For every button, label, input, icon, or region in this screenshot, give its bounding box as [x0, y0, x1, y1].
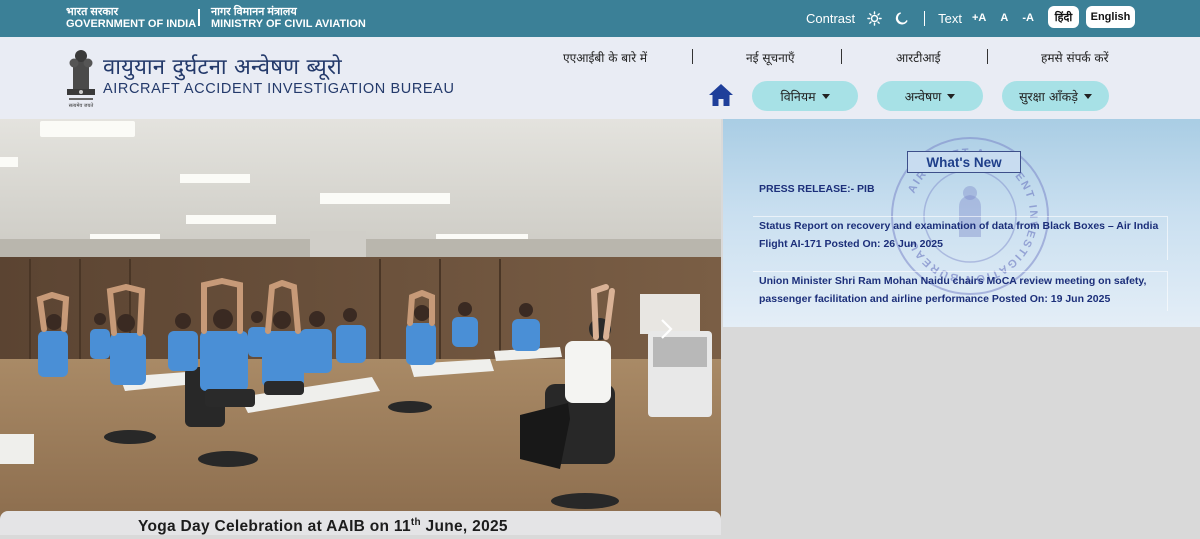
whats-new-panel: AIRCRAFT ACCIDENT INVESTIGATION BUREAU W…: [723, 119, 1200, 327]
sun-icon[interactable]: [867, 10, 882, 26]
whats-new-title: What's New: [907, 151, 1021, 173]
nav-whats-new[interactable]: नई सूचनाएँ: [746, 49, 795, 66]
news-item-press-release[interactable]: PRESS RELEASE:- PIB: [759, 180, 1169, 198]
nav-regulations-label: विनियम: [780, 88, 816, 104]
hero-caption-date: June, 2025: [420, 518, 508, 536]
accessibility-tools: Contrast Text +A A -A: [806, 9, 1034, 27]
gov-label: भारत सरकार GOVERNMENT OF INDIA: [66, 6, 196, 30]
hero-caption: Yoga Day Celebration at AAIB on 11th Jun…: [0, 511, 721, 535]
hero-caption-text: Yoga Day Celebration at AAIB on 11: [138, 518, 411, 536]
english-language-button[interactable]: English: [1086, 6, 1135, 28]
chevron-right-icon[interactable]: [660, 318, 674, 340]
empty-panel: [723, 327, 1200, 535]
org-name-hindi[interactable]: वायुयान दुर्घटना अन्वेषण ब्यूरो: [103, 51, 342, 81]
emblem-motto: सत्यमेव जयते: [69, 102, 94, 109]
national-emblem-icon[interactable]: सत्यमेव जयते: [64, 45, 98, 109]
text-increase-button[interactable]: +A: [972, 12, 986, 24]
contrast-label: Contrast: [806, 10, 856, 26]
ministry-label-english: MINISTRY OF CIVIL AVIATION: [211, 18, 366, 30]
hindi-language-button[interactable]: हिंदी: [1048, 6, 1079, 28]
text-reset-button[interactable]: A: [1000, 12, 1008, 24]
gov-label-english: GOVERNMENT OF INDIA: [66, 18, 197, 30]
hero-carousel[interactable]: [0, 119, 721, 535]
nav-safety-data-dropdown[interactable]: सुरक्षा आँकड़े: [1002, 81, 1109, 111]
home-icon[interactable]: [708, 83, 734, 107]
ministry-label-hindi: नागर विमानन मंत्रालय: [211, 6, 297, 18]
caret-down-icon: [947, 93, 956, 99]
nav-divider: [692, 49, 693, 64]
nav-investigation-dropdown[interactable]: अन्वेषण: [877, 81, 983, 111]
text-decrease-button[interactable]: -A: [1022, 12, 1034, 24]
moon-icon[interactable]: [895, 11, 909, 25]
nav-contact-us[interactable]: हमसे संपर्क करें: [1041, 49, 1109, 66]
nav-regulations-dropdown[interactable]: विनियम: [752, 81, 858, 111]
nav-rti[interactable]: आरटीआई: [896, 49, 940, 66]
hero-photo-yoga-day: [0, 119, 721, 535]
hero-caption-superscript: th: [410, 517, 421, 528]
caret-down-icon: [821, 93, 830, 99]
text-size-label: Text: [938, 10, 962, 26]
site-header: सत्यमेव जयते वायुयान दुर्घटना अन्वेषण ब्…: [0, 37, 1200, 119]
nav-divider: [987, 49, 988, 64]
ministry-label: नागर विमानन मंत्रालय MINISTRY OF CIVIL A…: [211, 6, 366, 30]
gov-label-hindi: भारत सरकार: [66, 6, 119, 18]
news-item-moca-review[interactable]: Union Minister Shri Ram Mohan Naidu chai…: [759, 272, 1169, 308]
nav-divider: [841, 49, 842, 64]
org-name-english[interactable]: AIRCRAFT ACCIDENT INVESTIGATION BUREAU: [103, 81, 455, 97]
topbar-divider: [198, 9, 200, 26]
news-item-black-box-report[interactable]: Status Report on recovery and examinatio…: [759, 217, 1169, 253]
nav-investigation-label: अन्वेषण: [904, 88, 942, 104]
nav-safety-data-label: सुरक्षा आँकड़े: [1019, 88, 1078, 104]
caret-down-icon: [1083, 93, 1092, 99]
nav-about-aaib[interactable]: एएआईबी के बारे में: [563, 49, 647, 66]
gov-topbar: भारत सरकार GOVERNMENT OF INDIA नागर विमा…: [0, 0, 1200, 37]
tools-divider: [924, 10, 926, 26]
